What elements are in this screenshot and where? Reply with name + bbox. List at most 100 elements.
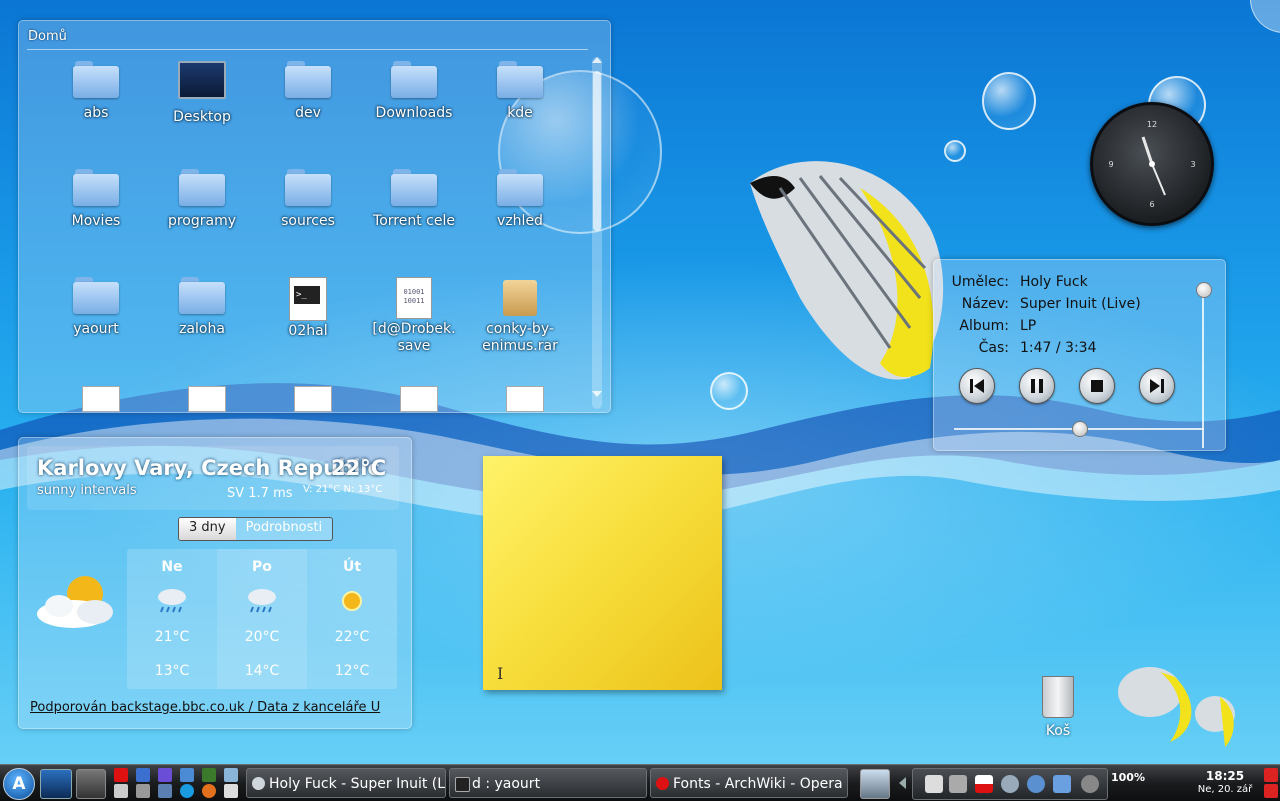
- opera-quicklaunch-icon[interactable]: [114, 768, 128, 782]
- seek-slider-handle[interactable]: [1072, 421, 1088, 437]
- trash-desktop-icon[interactable]: Koš: [1030, 676, 1086, 739]
- stop-button[interactable]: [1079, 368, 1115, 404]
- pause-button[interactable]: [1019, 368, 1055, 404]
- volume-slider-handle[interactable]: [1196, 282, 1212, 298]
- file-icon[interactable]: [82, 386, 120, 412]
- folder-icon: [497, 169, 543, 207]
- scrollbar-thumb[interactable]: [593, 71, 601, 231]
- app-quicklaunch-icon[interactable]: [158, 784, 172, 798]
- folder-item-desktop[interactable]: Desktop: [149, 61, 255, 126]
- file-item-conky-rar[interactable]: conky-by-enimus.rar: [467, 277, 573, 355]
- app-quicklaunch-icon[interactable]: [202, 768, 216, 782]
- sticky-note[interactable]: I: [483, 456, 722, 690]
- folder-view-widget[interactable]: Domů abs Desktop dev Downloads kde Movie…: [18, 20, 611, 413]
- volume-icon[interactable]: [1001, 775, 1019, 793]
- folder-item-movies[interactable]: Movies: [43, 169, 149, 230]
- printer-icon[interactable]: [949, 775, 967, 793]
- file-icon[interactable]: [400, 386, 438, 412]
- lock-icon[interactable]: [1264, 784, 1278, 798]
- taskbar-clock-time[interactable]: 18:25: [1190, 769, 1260, 783]
- archive-icon: [503, 280, 537, 316]
- next-track-button[interactable]: [1139, 368, 1175, 404]
- download-quicklaunch-icon[interactable]: [180, 768, 194, 782]
- small-fish-decoration: [1118, 667, 1235, 747]
- folder-item-vzhled[interactable]: vzhled: [467, 169, 573, 230]
- folder-item-torrent[interactable]: Torrent cele: [361, 169, 467, 230]
- desktop-toolbox-corner[interactable]: [1250, 0, 1280, 33]
- skype-quicklaunch-icon[interactable]: [180, 784, 194, 798]
- file-item-label: 02hal: [288, 323, 328, 339]
- folder-view-title: Domů: [28, 29, 67, 44]
- file-icon[interactable]: [188, 386, 226, 412]
- app-quicklaunch-icon[interactable]: [158, 768, 172, 782]
- update-icon[interactable]: [1053, 775, 1071, 793]
- weather-credit-link[interactable]: Podporován backstage.bbc.co.uk / Data z …: [30, 700, 380, 715]
- tab-details[interactable]: Podrobnosti: [236, 518, 333, 540]
- app-quicklaunch-icon[interactable]: [136, 768, 150, 782]
- file-item-label: [d@Drobek. save: [372, 321, 456, 354]
- folder-icon: [73, 61, 119, 99]
- folder-item-dev[interactable]: dev: [255, 61, 361, 122]
- folder-icon: [285, 169, 331, 207]
- time-label: Čas:: [978, 340, 1009, 356]
- volume-slider-track[interactable]: [1202, 288, 1204, 448]
- file-item-02hal[interactable]: >_ 02hal: [255, 277, 361, 340]
- folder-item-label: dev: [295, 105, 321, 121]
- taskbar-clock-date[interactable]: Ne, 20. zář: [1188, 784, 1262, 795]
- previous-track-button[interactable]: [959, 368, 995, 404]
- folder-icon: [179, 169, 225, 207]
- keyboard-layout-icon[interactable]: [975, 775, 993, 793]
- pause-icon: [1031, 379, 1043, 393]
- task-label: d : yaourt: [472, 776, 541, 792]
- folder-icon: [391, 169, 437, 207]
- folder-item-label: abs: [83, 105, 109, 121]
- forecast-day: Ne: [161, 559, 183, 575]
- bubble-decoration: [982, 72, 1036, 130]
- folder-item-zaloha[interactable]: zaloha: [149, 277, 255, 338]
- clipboard-icon[interactable]: [925, 775, 943, 793]
- file-icon[interactable]: [506, 386, 544, 412]
- task-terminal[interactable]: d : yaourt: [449, 768, 647, 798]
- tray-expand-icon[interactable]: [899, 777, 906, 789]
- artist-value: Holy Fuck: [1020, 274, 1088, 290]
- task-media-player[interactable]: Holy Fuck - Super Inuit (Live): [246, 768, 446, 798]
- tab-3-days[interactable]: 3 dny: [179, 518, 236, 540]
- task-label: Holy Fuck - Super Inuit (Live): [269, 776, 446, 792]
- battery-status[interactable]: 100%: [1111, 771, 1145, 784]
- stop-icon: [1091, 380, 1103, 392]
- now-playing-widget[interactable]: Umělec: Holy Fuck Název: Super Inuit (Li…: [933, 259, 1226, 451]
- desktop-icon: [178, 61, 226, 99]
- firefox-quicklaunch-icon[interactable]: [202, 784, 216, 798]
- power-icon[interactable]: [1264, 768, 1278, 782]
- artist-label: Umělec:: [951, 274, 1009, 290]
- app-quicklaunch-icon[interactable]: [114, 784, 128, 798]
- app-quicklaunch-icon[interactable]: [224, 784, 238, 798]
- scroll-down-icon[interactable]: [592, 391, 602, 397]
- network-icon[interactable]: [1027, 775, 1045, 793]
- folder-item-abs[interactable]: abs: [43, 61, 149, 122]
- app-quicklaunch-icon[interactable]: [136, 784, 150, 798]
- file-icon[interactable]: [294, 386, 332, 412]
- folder-icon: [497, 61, 543, 99]
- weather-widget[interactable]: Karlovy Vary, Czech Republic 22°C sunny …: [18, 437, 412, 729]
- task-opera[interactable]: Fonts - ArchWiki - Opera: [650, 768, 848, 798]
- show-desktop-button[interactable]: [40, 769, 72, 799]
- folder-item-programy[interactable]: programy: [149, 169, 255, 230]
- folder-icon: [391, 61, 437, 99]
- network-monitor-icon[interactable]: [860, 769, 890, 799]
- info-icon[interactable]: [1081, 775, 1099, 793]
- file-item-drobek-save[interactable]: 01001 10011 [d@Drobek. save: [361, 277, 467, 355]
- scroll-up-icon[interactable]: [592, 57, 602, 63]
- clock-number: 9: [1108, 160, 1113, 169]
- taskbar: A Holy Fuck - Super Inuit (Live) d : yao…: [0, 764, 1280, 801]
- folder-item-downloads[interactable]: Downloads: [361, 61, 467, 122]
- app-quicklaunch-icon[interactable]: [224, 768, 238, 782]
- folder-item-sources[interactable]: sources: [255, 169, 361, 230]
- sun-cloud-icon: [37, 576, 113, 628]
- analog-clock-widget[interactable]: 12 3 6 9: [1090, 102, 1214, 226]
- folder-item-yaourt[interactable]: yaourt: [43, 277, 149, 338]
- weather-wind: SV 1.7 ms: [227, 486, 293, 501]
- pager-button[interactable]: [76, 769, 106, 799]
- application-launcher-button[interactable]: A: [3, 768, 35, 800]
- folder-item-kde[interactable]: kde: [467, 61, 573, 122]
